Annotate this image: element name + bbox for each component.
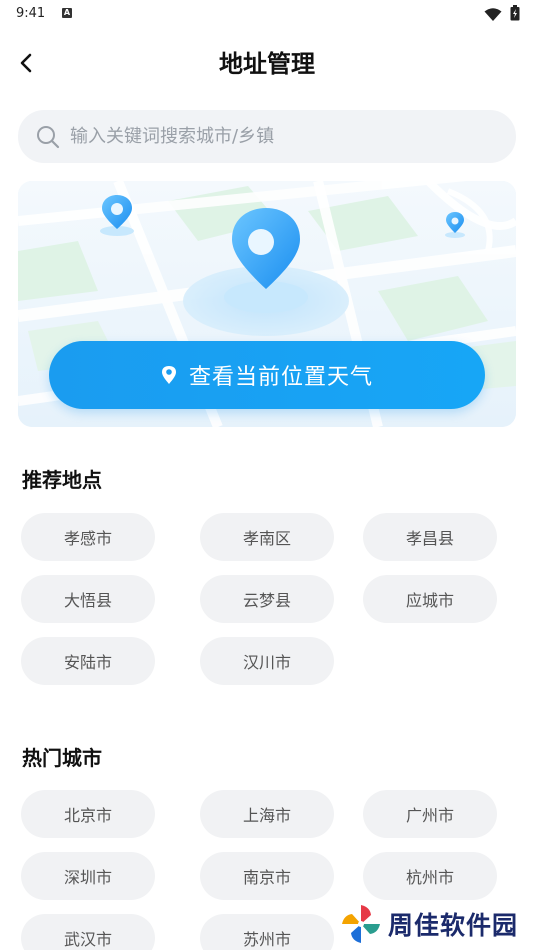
- address-management-screen: 9:41 A 地址管理 输入关键词搜索城市/乡镇 查看当前位置天气 推荐地点 孝…: [0, 0, 534, 950]
- locate-current-weather-button[interactable]: 查看当前位置天气: [49, 341, 485, 409]
- hot-cities-section-title: 热门城市: [22, 746, 102, 770]
- recommended-location-chip[interactable]: 孝昌县: [363, 513, 497, 561]
- battery-icon: [510, 5, 520, 21]
- pinwheel-logo-icon: [342, 905, 380, 943]
- recommended-location-chip[interactable]: 孝南区: [200, 513, 334, 561]
- hot-city-chip[interactable]: 上海市: [200, 790, 334, 838]
- status-time: 9:41: [16, 6, 46, 21]
- watermark-text: 周佳软件园: [388, 911, 519, 940]
- hot-city-chip[interactable]: 北京市: [21, 790, 155, 838]
- recommended-location-chip[interactable]: 孝感市: [21, 513, 155, 561]
- recommended-location-chip[interactable]: 安陆市: [21, 637, 155, 685]
- hot-city-chip[interactable]: 广州市: [363, 790, 497, 838]
- recommended-location-chip[interactable]: 云梦县: [200, 575, 334, 623]
- search-bar[interactable]: [18, 110, 516, 163]
- page-title: 地址管理: [219, 50, 315, 78]
- locate-button-label: 查看当前位置天气: [188, 365, 373, 390]
- recommended-location-chip[interactable]: 汉川市: [200, 637, 334, 685]
- wifi-icon: [484, 8, 502, 21]
- location-pin-icon: [161, 366, 176, 384]
- hot-city-chip[interactable]: 深圳市: [21, 852, 155, 900]
- hot-city-chip[interactable]: 苏州市: [200, 914, 334, 950]
- hot-city-chip[interactable]: 杭州市: [363, 852, 497, 900]
- header: 地址管理: [0, 38, 534, 84]
- search-icon: [37, 126, 60, 149]
- watermark: 周佳软件园: [340, 902, 530, 946]
- status-bar: 9:41 A: [0, 0, 534, 28]
- hot-city-chip[interactable]: 武汉市: [21, 914, 155, 950]
- notification-icon: A: [62, 8, 72, 18]
- hot-city-chip[interactable]: 南京市: [200, 852, 334, 900]
- recommended-location-chip[interactable]: 应城市: [363, 575, 497, 623]
- search-input[interactable]: [70, 110, 500, 163]
- recommended-section-title: 推荐地点: [22, 468, 102, 492]
- recommended-location-chip[interactable]: 大悟县: [21, 575, 155, 623]
